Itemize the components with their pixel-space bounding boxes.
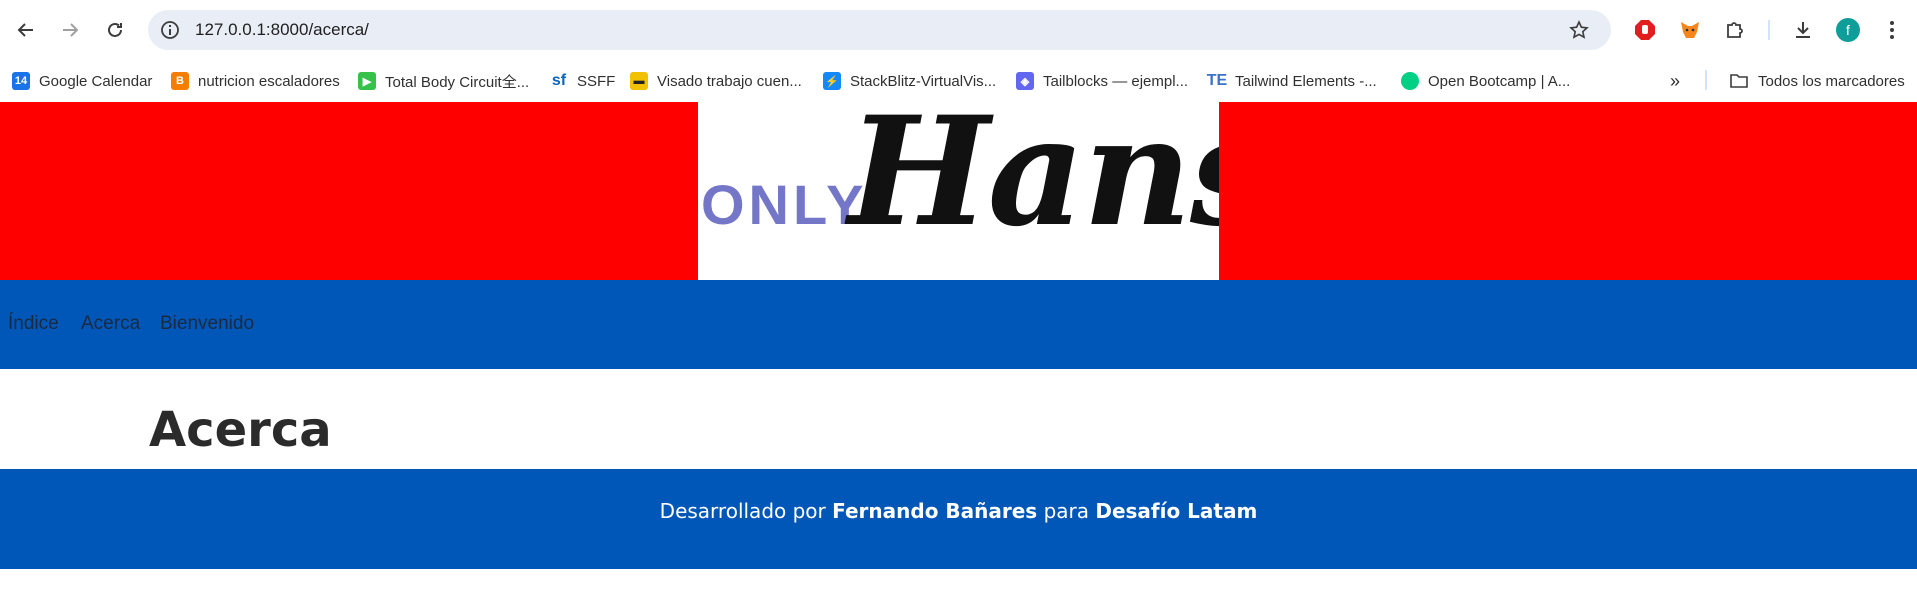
nav-link-acerca[interactable]: Acerca <box>81 313 140 335</box>
logo-prefix: ONLY <box>701 173 868 236</box>
metamask-extension-icon[interactable] <box>1675 15 1705 45</box>
bookmark-label: Tailblocks — ejempl... <box>1043 72 1189 90</box>
browser-menu-icon[interactable] <box>1877 15 1907 45</box>
arrow-right-icon <box>63 23 79 37</box>
footer-org: Desafío Latam <box>1095 499 1258 523</box>
site-logo: ONLY Hans <box>698 102 1219 280</box>
bookmark-tailblocks[interactable]: ◈ Tailblocks — ejempl... <box>1016 70 1188 92</box>
bolt-icon: ⚡ <box>823 72 841 90</box>
nav-link-bienvenido[interactable]: Bienvenido <box>160 313 254 335</box>
forward-button[interactable] <box>55 15 85 45</box>
bookmark-label: SSFF <box>577 72 616 90</box>
bookmark-total-body[interactable]: ▶ Total Body Circuit全... <box>358 70 529 92</box>
calendar-icon: 14 <box>12 72 30 90</box>
site-footer: Desarrollado por Fernando Bañares para D… <box>0 469 1917 569</box>
nav-link-indice[interactable]: Índice <box>8 313 59 335</box>
layers-icon: ◈ <box>1016 72 1034 90</box>
bookmark-label: Open Bootcamp | A... <box>1428 72 1571 90</box>
chevron-double-right-icon: » <box>1670 70 1681 91</box>
bookmark-label: Visado trabajo cuen... <box>657 72 802 90</box>
bookmark-star-icon[interactable] <box>1567 18 1591 42</box>
main-navigation: Índice Acerca Bienvenido <box>0 280 1917 369</box>
bookmarks-separator <box>1705 70 1707 90</box>
all-bookmarks-folder[interactable]: Todos los marcadores <box>1729 70 1905 92</box>
te-icon: TE <box>1206 72 1228 89</box>
url-text[interactable]: 127.0.0.1:8000/acerca/ <box>195 20 369 40</box>
download-icon[interactable] <box>1788 15 1818 45</box>
bookmark-ssff[interactable]: sf SSFF <box>550 70 615 92</box>
bookmark-tailwind-elements[interactable]: TE Tailwind Elements -... <box>1206 70 1377 92</box>
main-content: Acerca <box>0 369 1917 469</box>
reload-icon <box>108 22 122 37</box>
bookmark-stackblitz[interactable]: ⚡ StackBlitz-VirtualVis... <box>823 70 996 92</box>
logo-script-text: Hans <box>848 102 1219 260</box>
bookmark-visado[interactable]: ▬ Visado trabajo cuen... <box>630 70 802 92</box>
toolbar-separator <box>1768 20 1770 40</box>
sf-icon: sf <box>551 72 567 89</box>
blogger-icon: B <box>171 72 189 90</box>
bookmarks-bar: 14 Google Calendar B nutricion escalador… <box>0 60 1917 103</box>
ob-icon <box>1401 72 1419 90</box>
bookmark-label: Google Calendar <box>39 72 153 90</box>
hero-banner: ONLY Hans <box>0 102 1917 280</box>
avatar: f <box>1836 18 1860 42</box>
bookmark-google-calendar[interactable]: 14 Google Calendar <box>12 70 152 92</box>
site-info-icon[interactable] <box>158 18 182 42</box>
footer-middle: para <box>1043 499 1089 523</box>
bookmark-label: nutricion escaladores <box>198 72 340 90</box>
bookmark-label: Total Body Circuit全... <box>385 73 530 91</box>
bookmark-label: Todos los marcadores <box>1758 72 1905 90</box>
footer-credit: Desarrollado por Fernando Bañares para D… <box>0 499 1917 523</box>
folder-icon <box>1730 74 1748 88</box>
footer-author: Fernando Bañares <box>832 499 1038 523</box>
bookmark-label: StackBlitz-VirtualVis... <box>850 72 997 90</box>
bookmark-open-bootcamp[interactable]: Open Bootcamp | A... <box>1401 70 1570 92</box>
adblock-extension-icon[interactable] <box>1630 15 1660 45</box>
arrow-left-icon <box>17 23 33 37</box>
page-title: Acerca <box>149 402 332 458</box>
reload-button[interactable] <box>100 15 130 45</box>
video-icon: ▶ <box>358 72 376 90</box>
profile-avatar[interactable]: f <box>1833 15 1863 45</box>
back-button[interactable] <box>11 15 41 45</box>
bookmark-nutricion[interactable]: B nutricion escaladores <box>171 70 340 92</box>
bookmark-label: Tailwind Elements -... <box>1235 72 1377 90</box>
bookmarks-overflow-button[interactable]: » <box>1670 70 1680 92</box>
extensions-puzzle-icon[interactable] <box>1720 15 1750 45</box>
browser-toolbar: 127.0.0.1:8000/acerca/ f <box>0 0 1917 60</box>
footer-prefix: Desarrollado por <box>659 499 826 523</box>
card-icon: ▬ <box>630 72 648 90</box>
address-bar[interactable]: 127.0.0.1:8000/acerca/ <box>148 10 1611 50</box>
